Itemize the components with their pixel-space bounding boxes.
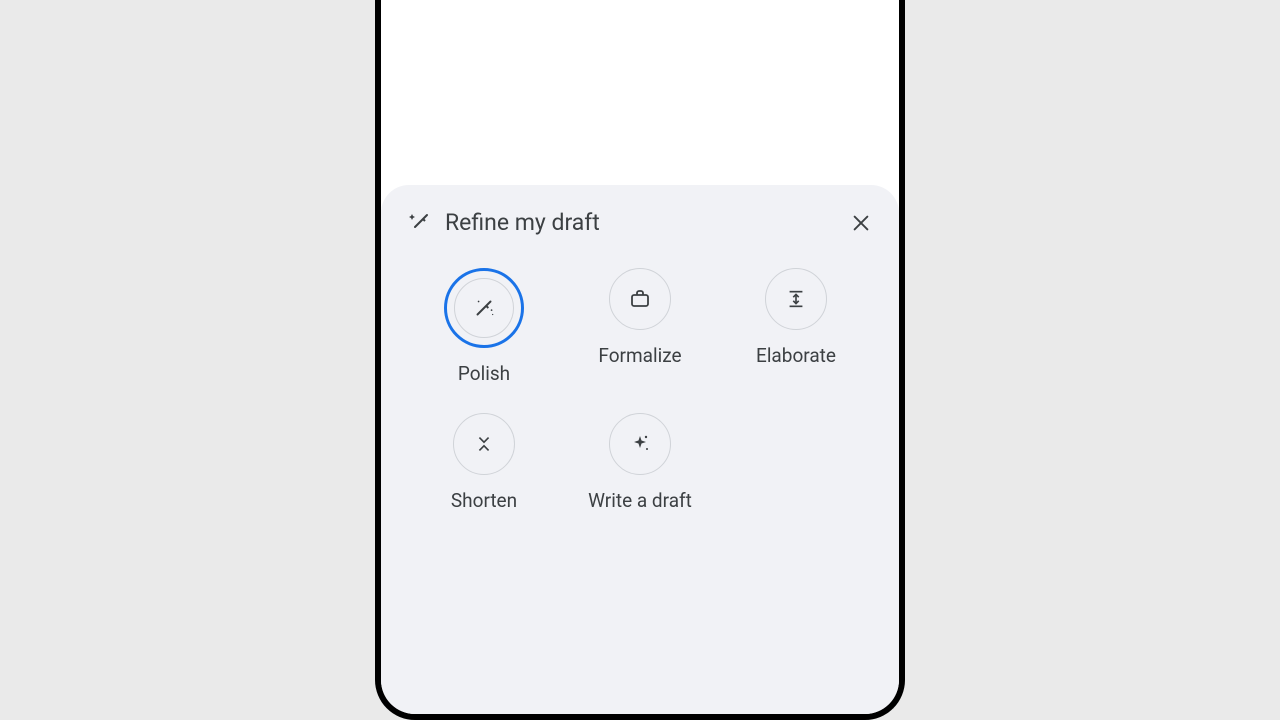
option-polish-label: Polish bbox=[458, 362, 510, 385]
option-shorten-label: Shorten bbox=[451, 489, 517, 512]
option-polish-circle bbox=[444, 268, 524, 348]
sheet-header: Refine my draft bbox=[401, 209, 879, 236]
option-formalize[interactable]: Formalize bbox=[567, 268, 713, 385]
magic-wand-icon bbox=[407, 211, 431, 235]
briefcase-icon bbox=[628, 287, 652, 311]
option-formalize-label: Formalize bbox=[598, 344, 681, 367]
content-area bbox=[381, 0, 899, 185]
sheet-title: Refine my draft bbox=[445, 209, 835, 236]
polish-icon bbox=[471, 295, 497, 321]
option-shorten[interactable]: Shorten bbox=[411, 413, 557, 512]
phone-frame: Refine my draft bbox=[375, 0, 905, 720]
option-write-draft[interactable]: Write a draft bbox=[567, 413, 713, 512]
sparkle-icon bbox=[628, 432, 652, 456]
option-formalize-circle bbox=[609, 268, 671, 330]
close-button[interactable] bbox=[849, 211, 873, 235]
option-write-draft-label: Write a draft bbox=[588, 489, 692, 512]
close-icon bbox=[850, 212, 872, 234]
refine-draft-sheet: Refine my draft bbox=[381, 185, 899, 714]
expand-icon bbox=[785, 288, 807, 310]
option-shorten-circle bbox=[453, 413, 515, 475]
option-elaborate-label: Elaborate bbox=[756, 344, 836, 367]
collapse-icon bbox=[473, 433, 495, 455]
option-polish[interactable]: Polish bbox=[411, 268, 557, 385]
option-elaborate[interactable]: Elaborate bbox=[723, 268, 869, 385]
option-write-draft-circle bbox=[609, 413, 671, 475]
option-elaborate-circle bbox=[765, 268, 827, 330]
options-grid: Polish Formalize bbox=[401, 268, 879, 512]
